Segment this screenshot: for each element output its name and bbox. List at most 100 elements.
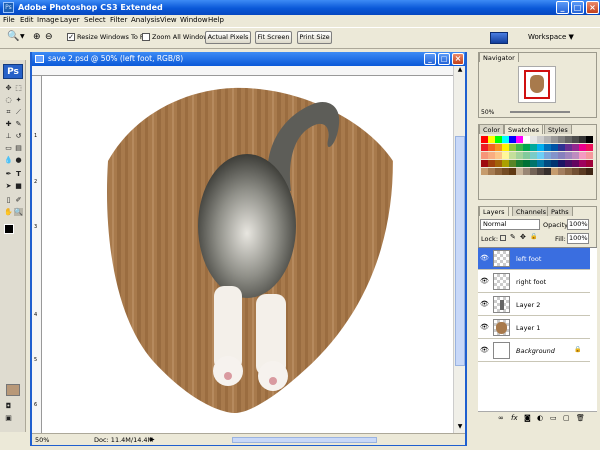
notes-tool-icon[interactable]: ▯ xyxy=(4,196,13,204)
layer-mask-icon[interactable]: ◙ xyxy=(524,414,531,422)
magic-wand-tool-icon[interactable]: ✦ xyxy=(14,96,23,104)
swatch[interactable] xyxy=(530,168,537,175)
layer-row[interactable]: 👁 left foot xyxy=(478,248,590,270)
swatch[interactable] xyxy=(558,160,565,167)
lasso-tool-icon[interactable]: ◌ xyxy=(4,96,13,104)
blur-tool-icon[interactable]: 💧 xyxy=(4,156,13,164)
swatch[interactable] xyxy=(544,168,551,175)
menu-select[interactable]: Select xyxy=(84,16,106,24)
visibility-eye-icon[interactable]: 👁 xyxy=(480,301,490,308)
navigator-zoom[interactable]: 50% xyxy=(481,109,494,116)
swatch[interactable] xyxy=(537,160,544,167)
horizontal-ruler[interactable] xyxy=(32,66,460,76)
swatch[interactable] xyxy=(565,160,572,167)
swatch[interactable] xyxy=(530,144,537,151)
swatch[interactable] xyxy=(502,160,509,167)
foreground-color-swatch[interactable] xyxy=(4,224,14,234)
lock-paint-icon[interactable]: ✎ xyxy=(510,233,516,241)
swatch[interactable] xyxy=(481,168,488,175)
bridge-icon[interactable] xyxy=(490,32,508,44)
status-menu-arrow-icon[interactable]: ▶ xyxy=(150,436,155,443)
menu-filter[interactable]: Filter xyxy=(110,16,127,24)
blend-mode-select[interactable]: Normal xyxy=(480,219,540,230)
swatch[interactable] xyxy=(523,136,530,143)
swatch[interactable] xyxy=(502,144,509,151)
dodge-tool-icon[interactable]: ● xyxy=(14,156,23,164)
new-layer-icon[interactable]: ▢ xyxy=(563,414,570,422)
swatch[interactable] xyxy=(586,168,593,175)
swatch[interactable] xyxy=(544,160,551,167)
swatch[interactable] xyxy=(579,160,586,167)
scroll-thumb[interactable] xyxy=(455,136,465,366)
navigator-thumbnail[interactable] xyxy=(518,66,556,103)
layer-row[interactable]: 👁 Background 🔒 xyxy=(478,340,590,362)
close-button[interactable]: × xyxy=(586,1,599,14)
swatch[interactable] xyxy=(523,160,530,167)
swatch[interactable] xyxy=(530,152,537,159)
tab-layers[interactable]: Layers xyxy=(479,206,509,216)
tab-channels[interactable]: Channels xyxy=(512,206,551,216)
fit-screen-button[interactable]: Fit Screen xyxy=(255,31,292,44)
zoom-level[interactable]: 50% xyxy=(35,436,49,444)
swatch[interactable] xyxy=(551,136,558,143)
doc-close-button[interactable]: × xyxy=(452,53,464,65)
resize-windows-checkbox[interactable]: ✓ xyxy=(67,33,75,41)
scroll-down-icon[interactable]: ▼ xyxy=(455,423,465,431)
tab-navigator[interactable]: Navigator xyxy=(479,52,519,62)
vertical-scrollbar[interactable]: ▲ ▼ xyxy=(453,66,465,433)
swatch[interactable] xyxy=(572,168,579,175)
shape-tool-icon[interactable]: ■ xyxy=(14,182,23,190)
doc-minimize-button[interactable]: _ xyxy=(424,53,436,65)
swatch[interactable] xyxy=(502,136,509,143)
menu-view[interactable]: View xyxy=(160,16,177,24)
swatch[interactable] xyxy=(537,168,544,175)
eraser-tool-icon[interactable]: ▭ xyxy=(4,144,13,152)
swatch[interactable] xyxy=(516,136,523,143)
menu-analysis[interactable]: Analysis xyxy=(131,16,160,24)
color-sample-swatch[interactable] xyxy=(6,384,20,396)
swatch[interactable] xyxy=(488,152,495,159)
zoom-in-icon[interactable]: ⊕ xyxy=(33,32,41,42)
crop-tool-icon[interactable]: ⌗ xyxy=(4,108,13,116)
swatch[interactable] xyxy=(586,144,593,151)
swatch[interactable] xyxy=(516,160,523,167)
document-info[interactable]: Doc: 11.4M/14.4M xyxy=(94,436,153,444)
tab-styles[interactable]: Styles xyxy=(544,124,572,134)
swatch[interactable] xyxy=(572,144,579,151)
swatch[interactable] xyxy=(544,152,551,159)
eyedropper-tool-icon[interactable]: ✐ xyxy=(14,196,23,204)
minimize-button[interactable]: _ xyxy=(556,1,569,14)
menu-layer[interactable]: Layer xyxy=(60,16,80,24)
swatch[interactable] xyxy=(565,144,572,151)
swatch[interactable] xyxy=(488,160,495,167)
navigator-zoom-slider[interactable] xyxy=(510,111,570,113)
screen-mode-icon[interactable]: ▣ xyxy=(4,414,13,422)
quick-mask-icon[interactable]: ◘ xyxy=(4,402,13,410)
menu-image[interactable]: Image xyxy=(37,16,59,24)
swatch[interactable] xyxy=(495,168,502,175)
layer-row[interactable]: 👁 Layer 1 xyxy=(478,317,590,339)
menu-file[interactable]: File xyxy=(3,16,15,24)
swatch[interactable] xyxy=(509,144,516,151)
swatch[interactable] xyxy=(488,136,495,143)
fill-input[interactable]: 100% xyxy=(567,233,589,244)
print-size-button[interactable]: Print Size xyxy=(297,31,332,44)
slice-tool-icon[interactable]: ⟋ xyxy=(14,108,23,116)
zoom-tool-icon[interactable]: 🔍 xyxy=(7,31,19,42)
swatch[interactable] xyxy=(516,144,523,151)
swatch[interactable] xyxy=(502,168,509,175)
swatch[interactable] xyxy=(572,160,579,167)
swatch-grid[interactable] xyxy=(481,136,597,191)
swatch[interactable] xyxy=(586,136,593,143)
swatch[interactable] xyxy=(551,160,558,167)
delete-layer-icon[interactable]: 🗑 xyxy=(576,414,585,422)
clone-stamp-tool-icon[interactable]: ⊥ xyxy=(4,132,13,140)
swatch[interactable] xyxy=(530,136,537,143)
swatch[interactable] xyxy=(488,144,495,151)
swatch[interactable] xyxy=(523,152,530,159)
swatch[interactable] xyxy=(509,136,516,143)
swatch[interactable] xyxy=(586,160,593,167)
zoom-all-windows-checkbox[interactable] xyxy=(142,33,150,41)
swatch[interactable] xyxy=(572,152,579,159)
swatch[interactable] xyxy=(579,168,586,175)
